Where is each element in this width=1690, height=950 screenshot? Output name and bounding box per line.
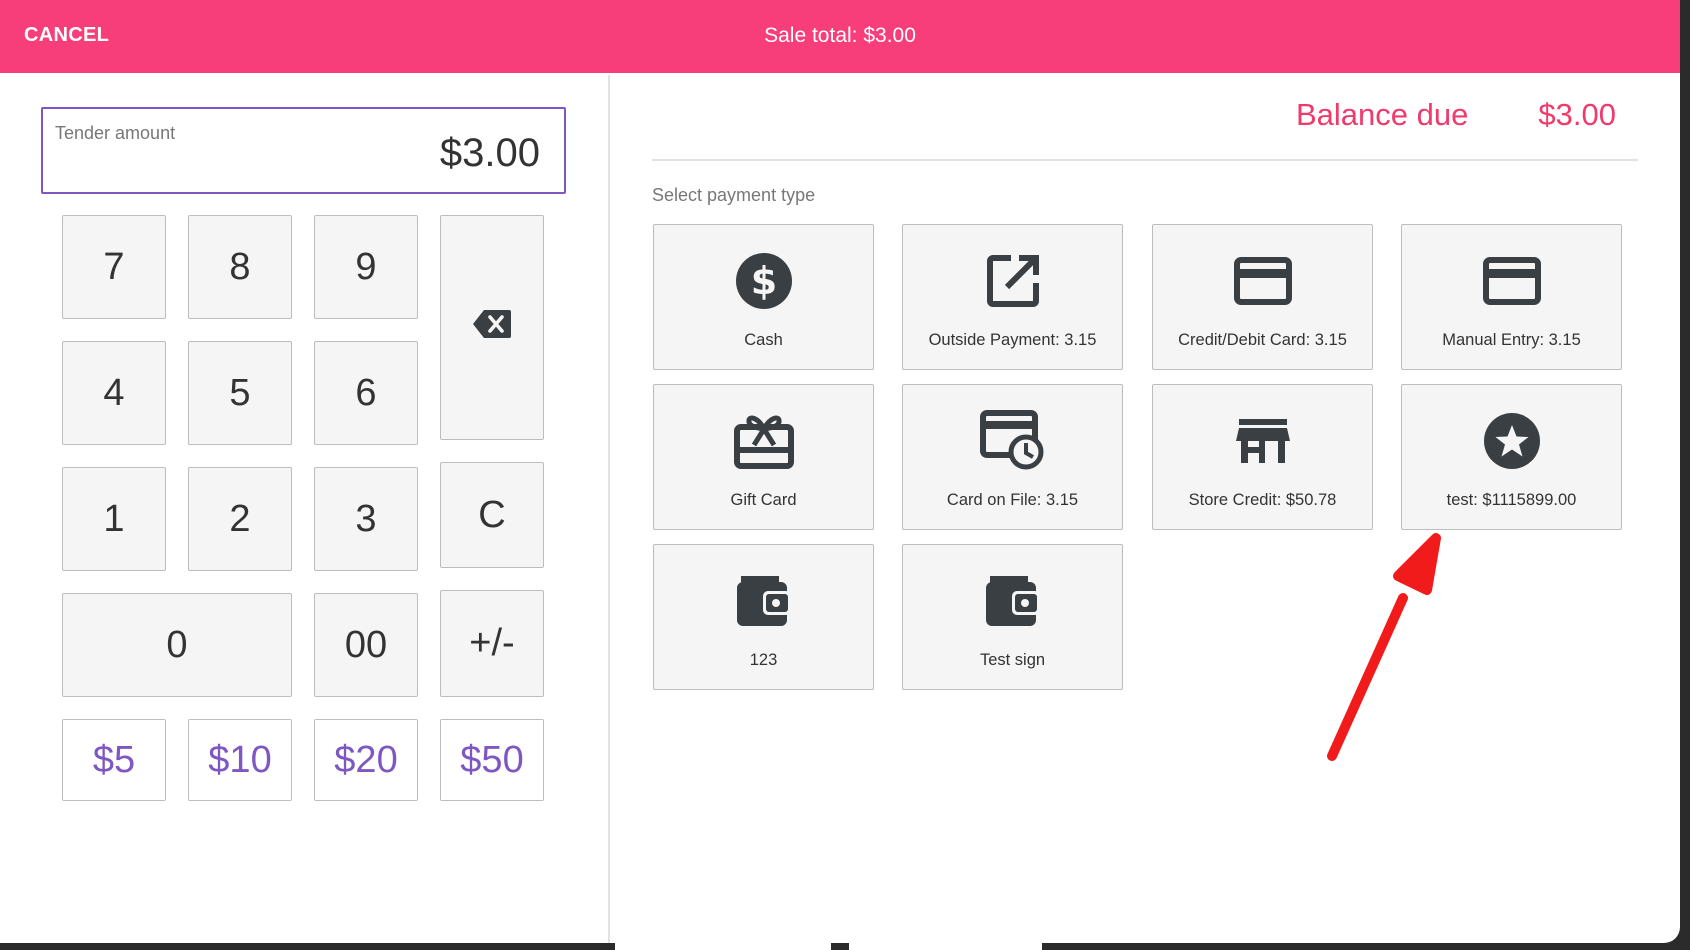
payment-type-label: Cash — [744, 331, 783, 349]
key-7[interactable]: 7 — [62, 215, 166, 319]
balance-due-value: $3.00 — [1538, 97, 1616, 132]
credit-card-icon — [1402, 249, 1621, 313]
key-4[interactable]: 4 — [62, 341, 166, 445]
gift-card-icon — [654, 409, 873, 473]
payment-type-label: Test sign — [979, 651, 1046, 669]
payment-type-123[interactable]: 123 — [653, 544, 874, 690]
panel-divider — [608, 75, 610, 943]
payment-screen: CANCEL Sale total: $3.00 Tender amount $… — [0, 0, 1680, 943]
payment-type-credit-debit[interactable]: Credit/Debit Card: 3.15 — [1152, 224, 1373, 370]
key-1[interactable]: 1 — [62, 467, 166, 571]
quick-amount-20[interactable]: $20 — [314, 719, 418, 801]
payment-type-store-credit[interactable]: Store Credit: $50.78 — [1152, 384, 1373, 530]
key-00[interactable]: 00 — [314, 593, 418, 697]
key-6[interactable]: 6 — [314, 341, 418, 445]
balance-divider — [652, 159, 1638, 161]
payment-type-label: Gift Card — [730, 491, 797, 509]
payment-type-gift-card[interactable]: Gift Card — [653, 384, 874, 530]
key-0[interactable]: 0 — [62, 593, 292, 697]
payment-type-label: Store Credit: $50.78 — [1188, 491, 1337, 509]
quick-amount-50[interactable]: $50 — [440, 719, 544, 801]
tender-amount-field[interactable]: Tender amount $3.00 — [41, 107, 566, 194]
payment-type-label: Manual Entry: 3.15 — [1442, 331, 1581, 349]
key-5[interactable]: 5 — [188, 341, 292, 445]
credit-card-icon — [1153, 249, 1372, 313]
payment-type-label: Credit/Debit Card: 3.15 — [1178, 331, 1347, 349]
bottom-tab-edges — [615, 943, 1042, 950]
quick-amount-10[interactable]: $10 — [188, 719, 292, 801]
key-8[interactable]: 8 — [188, 215, 292, 319]
payment-type-card-on-file[interactable]: Card on File: 3.15 — [902, 384, 1123, 530]
payment-type-label: 123 — [749, 651, 778, 669]
payment-type-label: test: $1115899.00 — [1446, 491, 1577, 509]
payment-type-manual-entry[interactable]: Manual Entry: 3.15 — [1401, 224, 1622, 370]
payment-type-cash[interactable]: $ Cash — [653, 224, 874, 370]
dollar-circle-icon: $ — [654, 249, 873, 313]
tender-amount-value: $3.00 — [439, 131, 540, 175]
payment-type-test[interactable]: test: $1115899.00 — [1401, 384, 1622, 530]
external-link-icon — [903, 249, 1122, 313]
star-circle-icon — [1402, 409, 1621, 473]
card-clock-icon — [903, 409, 1122, 473]
payment-type-label: Select payment type — [652, 185, 816, 205]
quick-amount-5[interactable]: $5 — [62, 719, 166, 801]
store-icon — [1153, 409, 1372, 473]
top-bar: CANCEL Sale total: $3.00 — [0, 0, 1680, 73]
key-9[interactable]: 9 — [314, 215, 418, 319]
key-2[interactable]: 2 — [188, 467, 292, 571]
payment-type-label: Outside Payment: 3.15 — [928, 331, 1097, 349]
tender-amount-label: Tender amount — [55, 123, 176, 143]
sign-toggle-button[interactable]: +/- — [440, 590, 544, 697]
wallet-icon — [654, 569, 873, 633]
wallet-icon — [903, 569, 1122, 633]
payment-type-outside[interactable]: Outside Payment: 3.15 — [902, 224, 1123, 370]
backspace-icon — [472, 306, 512, 349]
clear-button[interactable]: C — [440, 462, 544, 568]
payment-type-label: Card on File: 3.15 — [946, 491, 1079, 509]
sale-total: Sale total: $3.00 — [764, 24, 916, 47]
backspace-button[interactable] — [440, 215, 544, 440]
payment-type-test-sign[interactable]: Test sign — [902, 544, 1123, 690]
key-3[interactable]: 3 — [314, 467, 418, 571]
svg-text:$: $ — [750, 259, 776, 303]
balance-due-label: Balance due — [1296, 97, 1469, 132]
